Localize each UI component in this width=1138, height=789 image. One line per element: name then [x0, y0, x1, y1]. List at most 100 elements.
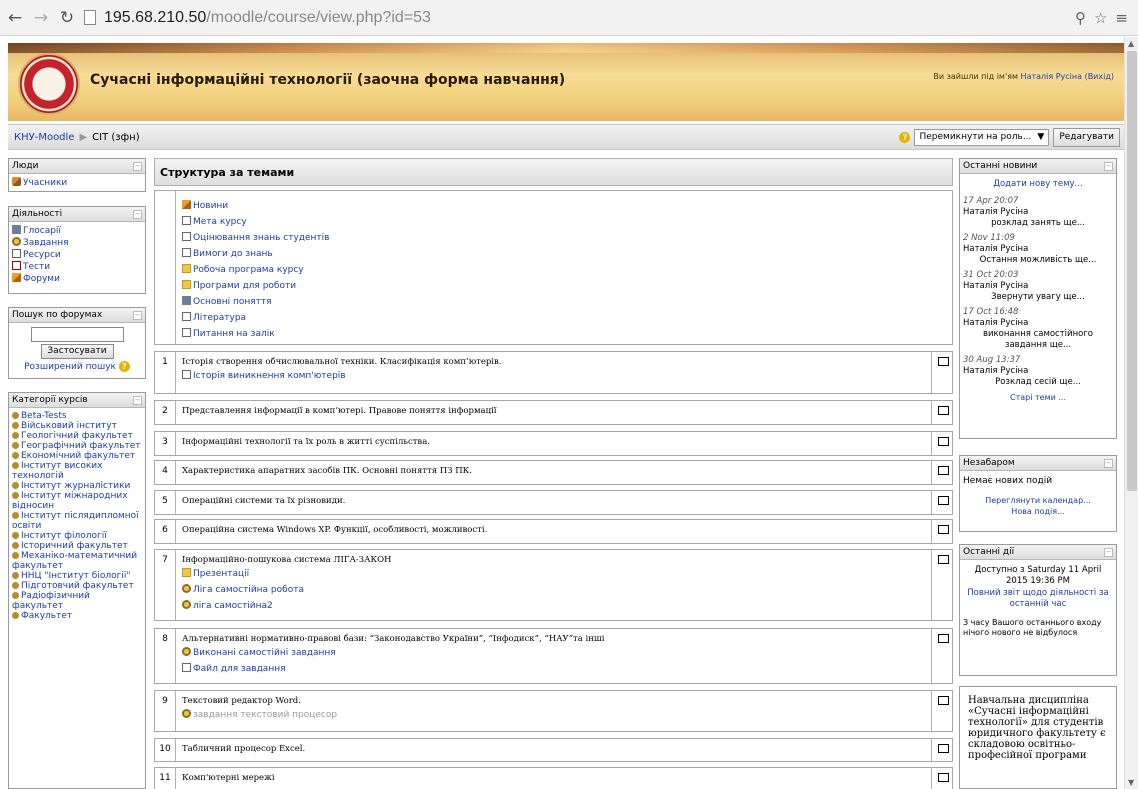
news-excerpt: Остання можливість ще... [979, 255, 1097, 265]
topic-item-link[interactable]: Література [193, 313, 246, 323]
category-item: Геологічний факультет [12, 431, 142, 441]
topic-item-link[interactable]: Основні поняття [193, 297, 272, 307]
section-item-link[interactable]: ліга самостійна2 [193, 601, 273, 611]
topic-item-link[interactable]: Оцінювання знань студентів [193, 233, 329, 243]
collapse-icon[interactable]: − [133, 310, 142, 320]
show-only-section-icon[interactable] [938, 555, 949, 564]
category-link[interactable]: Військовий інститут [21, 421, 117, 431]
forum-search-block: Пошук по форумах − Застосувати Розширений… [8, 307, 146, 379]
topic-item-link[interactable]: Новини [193, 201, 228, 211]
university-logo[interactable] [18, 53, 80, 115]
category-link[interactable]: Механіко-математичний факультет [12, 551, 137, 571]
category-link[interactable]: Історичний факультет [21, 541, 128, 551]
course-section: 10 Табличний процесор Excel. [154, 738, 953, 762]
scrollbar-thumb[interactable] [1127, 51, 1137, 491]
role-switch-select[interactable]: Перемикнути на роль... ▼ [914, 128, 1050, 146]
course-description: Навчальна дисципліна «Сучасні інформацій… [959, 686, 1117, 789]
section-item-link[interactable]: Ліга самостійна робота [193, 585, 304, 595]
scroll-up-icon[interactable]: ▲ [1128, 39, 1134, 48]
collapse-icon[interactable]: − [133, 395, 142, 405]
show-only-section-icon[interactable] [938, 525, 949, 534]
breadcrumb-root-link[interactable]: КНУ-Moodle [14, 132, 74, 143]
category-link[interactable]: Підготовчий факультет [21, 581, 134, 591]
new-event-link[interactable]: Нова подія... [1011, 507, 1064, 516]
collapse-icon[interactable]: − [133, 209, 142, 219]
full-report-link[interactable]: Повний звіт щодо діяльності за останній … [967, 588, 1108, 609]
category-icon [12, 452, 19, 459]
breadcrumb-separator-icon: ▶ [79, 131, 88, 143]
breadcrumb-course: СІТ (зфн) [92, 131, 140, 143]
category-item: Історичний факультет [12, 541, 142, 551]
zoom-icon[interactable]: ⚲ [1075, 9, 1086, 27]
collapse-icon[interactable]: − [1104, 547, 1113, 557]
activity-link-forum[interactable]: Форуми [23, 274, 60, 284]
address-bar[interactable]: 195.68.210.50/moodle/course/view.php?id=… [84, 5, 1075, 31]
show-only-section-icon[interactable] [938, 744, 949, 753]
menu-icon[interactable]: ≡ [1115, 9, 1128, 27]
show-only-section-icon[interactable] [938, 773, 949, 782]
forum-search-input[interactable] [30, 327, 124, 342]
category-item: Інститут міжнародних відносин [12, 491, 142, 511]
show-only-section-icon[interactable] [938, 466, 949, 475]
back-icon[interactable]: ← [4, 7, 26, 29]
topic-item-link[interactable]: Робоча програма курсу [193, 265, 304, 275]
activity-link-glossary[interactable]: Глосарії [23, 226, 61, 236]
show-only-section-icon[interactable] [938, 357, 949, 366]
section-item-link[interactable]: Файл для завдання [193, 664, 286, 674]
show-only-section-icon[interactable] [938, 634, 949, 643]
activities-block-title: Діяльності [12, 209, 63, 219]
login-user-link[interactable]: Наталія Русіна (Вихід) [1021, 72, 1114, 81]
page-scrollbar[interactable]: ▲ ▼ [1124, 37, 1138, 789]
category-link[interactable]: Радіофізичний факультет [12, 591, 90, 611]
show-only-section-icon[interactable] [938, 496, 949, 505]
topic-item-link[interactable]: Питання на залік [193, 329, 275, 339]
activity-link-resource[interactable]: Ресурси [23, 250, 61, 260]
section-item-link[interactable]: завдання текстовий процесор [193, 710, 337, 720]
activity-link-assignment[interactable]: Завдання [23, 238, 69, 248]
news-date: 17 Apr 20:07 [963, 196, 1019, 206]
collapse-icon[interactable]: − [133, 161, 142, 171]
topic-item-link[interactable]: Програми для роботи [193, 281, 296, 291]
help-icon[interactable]: ? [899, 131, 911, 143]
help-icon[interactable]: ? [118, 361, 130, 372]
forum-search-button[interactable]: Застосувати [40, 344, 114, 359]
assignment-icon [182, 600, 191, 609]
category-link[interactable]: Інститут міжнародних відносин [12, 491, 128, 511]
category-icon [12, 612, 19, 619]
category-link[interactable]: Інститут післядипломної освіти [12, 511, 139, 531]
browser-toolbar: ← → ↻ 195.68.210.50/moodle/course/view.p… [0, 0, 1138, 36]
scroll-down-icon[interactable]: ▼ [1128, 778, 1134, 787]
topic-item-link[interactable]: Мета курсу [193, 217, 247, 227]
activity-link-quiz[interactable]: Тести [23, 262, 50, 272]
show-only-section-icon[interactable] [938, 696, 949, 705]
section-item-link[interactable]: Презентації [193, 569, 249, 579]
category-link[interactable]: Географічний факультет [21, 441, 141, 451]
topic-item-link[interactable]: Вимоги до знань [193, 249, 273, 259]
edit-button[interactable]: Редагувати [1053, 127, 1120, 147]
participants-link[interactable]: Учасники [23, 178, 67, 188]
add-news-topic-link[interactable]: Додати нову тему... [993, 179, 1082, 189]
bookmark-star-icon[interactable]: ☆ [1094, 9, 1107, 27]
collapse-icon[interactable]: − [1104, 161, 1113, 171]
category-link[interactable]: Beta-Tests [21, 411, 67, 421]
show-only-section-icon[interactable] [938, 406, 949, 415]
category-link[interactable]: Факультет [21, 611, 72, 621]
category-link[interactable]: Економічний факультет [21, 451, 135, 461]
section-item-link[interactable]: Історія виникнення комп'ютерів [193, 371, 346, 381]
calendar-link[interactable]: Переглянути календар... [985, 496, 1091, 505]
collapse-icon[interactable]: − [1104, 458, 1113, 468]
advanced-search-link[interactable]: Розширений пошук [24, 362, 116, 372]
resource-icon [12, 249, 21, 258]
category-link[interactable]: Інститут філології [21, 531, 107, 541]
category-link[interactable]: Геологічний факультет [21, 431, 133, 441]
category-item: Інститут журналістики [12, 481, 142, 491]
category-item: Підготовчий факультет [12, 581, 142, 591]
section-item-link[interactable]: Виконані самостійні завдання [193, 648, 336, 658]
show-only-section-icon[interactable] [938, 437, 949, 446]
reload-icon[interactable]: ↻ [56, 7, 78, 29]
category-link[interactable]: ННЦ "Інститут біології" [21, 571, 130, 581]
category-link[interactable]: Інститут журналістики [21, 481, 130, 491]
category-link[interactable]: Інститут високих технологій [12, 461, 102, 481]
forward-icon[interactable]: → [30, 7, 52, 29]
older-topics-link[interactable]: Старі теми ... [1010, 393, 1066, 402]
